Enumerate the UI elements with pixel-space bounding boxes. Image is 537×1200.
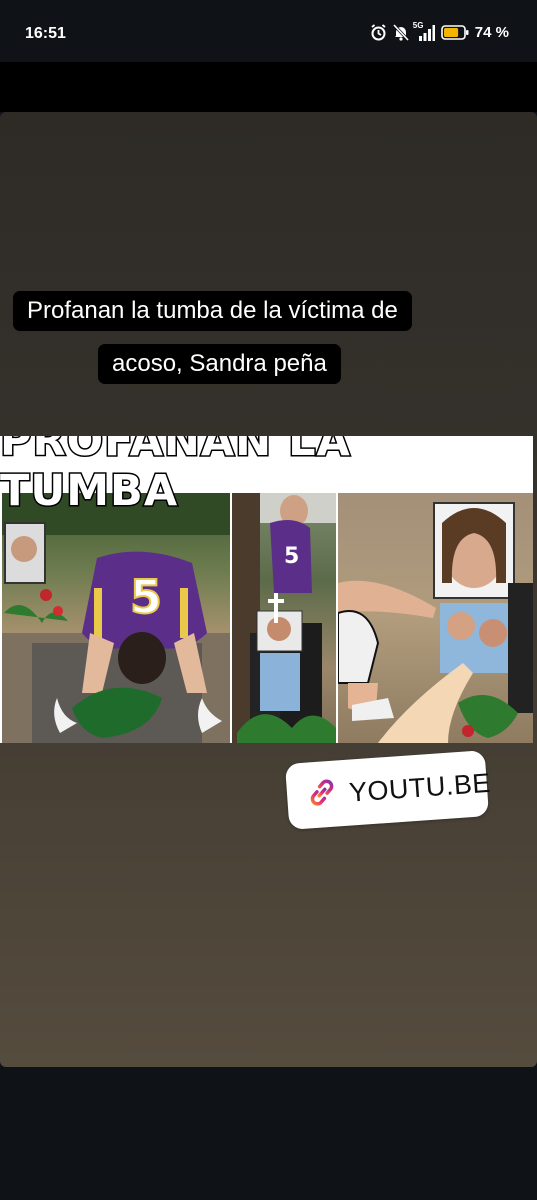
- thumbnail-panel-standing: 5: [232, 493, 336, 743]
- thumbnail-panel-pointing: [338, 493, 533, 743]
- link-sticker[interactable]: YOUTU.BE: [284, 750, 492, 830]
- status-icons: 5G 74 %: [370, 21, 509, 41]
- signal-5g-icon: 5G: [413, 21, 435, 41]
- story-card[interactable]: Profanan la tumba de la víctima de acoso…: [0, 112, 537, 1067]
- caption-line-1: Profanan la tumba de la víctima de: [13, 291, 412, 331]
- bottom-area: [0, 1067, 537, 1200]
- caption-line-2: acoso, Sandra peña: [98, 344, 341, 384]
- link-icon: [304, 774, 341, 814]
- network-label: 5G: [412, 20, 424, 30]
- alarm-icon: [370, 24, 387, 41]
- svg-text:5: 5: [284, 544, 299, 569]
- thumbnail-panel-kneeling: 5: [2, 493, 230, 743]
- status-time: 16:51: [25, 25, 66, 42]
- status-bar: 16:51 5G 74 %: [0, 0, 537, 62]
- link-label: YOUTU.BE: [348, 767, 492, 808]
- battery-percent: 74 %: [474, 24, 509, 41]
- battery-icon: [440, 25, 469, 40]
- top-band: [0, 62, 537, 112]
- video-thumbnail[interactable]: PROFANAN LA TUMBA 5 5: [0, 436, 533, 743]
- jersey-number: 5: [130, 570, 162, 624]
- mute-icon: [392, 24, 409, 41]
- thumbnail-title: PROFANAN LA TUMBA: [0, 436, 351, 518]
